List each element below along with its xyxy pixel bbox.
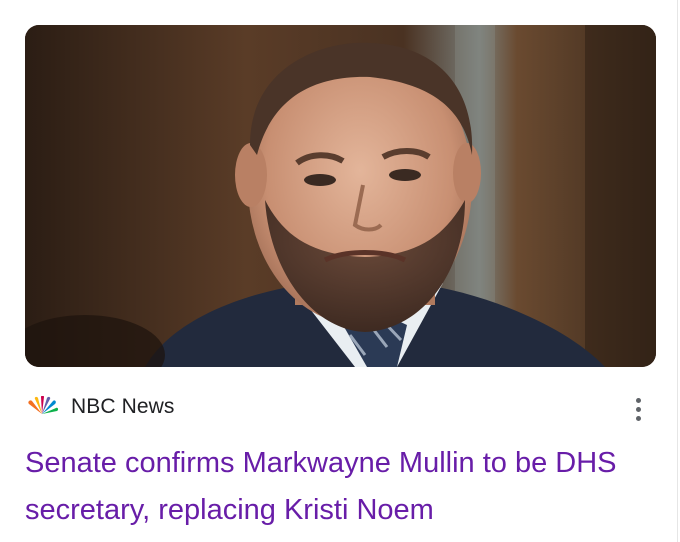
card-divider [677,0,678,542]
source-row: NBC News [25,390,656,424]
portrait-photo [25,25,656,367]
more-vert-icon-dot [635,415,641,421]
news-thumbnail[interactable] [25,25,656,367]
news-card[interactable]: NBC News Senate confirms Markwayne Mulli… [0,0,680,542]
nbc-peacock-icon [28,396,59,414]
more-vert-icon-dot [635,406,641,412]
more-vert-icon [635,397,641,403]
more-options-button[interactable] [624,394,652,424]
headline-link[interactable]: Senate confirms Markwayne Mullin to be D… [25,440,665,534]
source-name[interactable]: NBC News [71,395,174,419]
